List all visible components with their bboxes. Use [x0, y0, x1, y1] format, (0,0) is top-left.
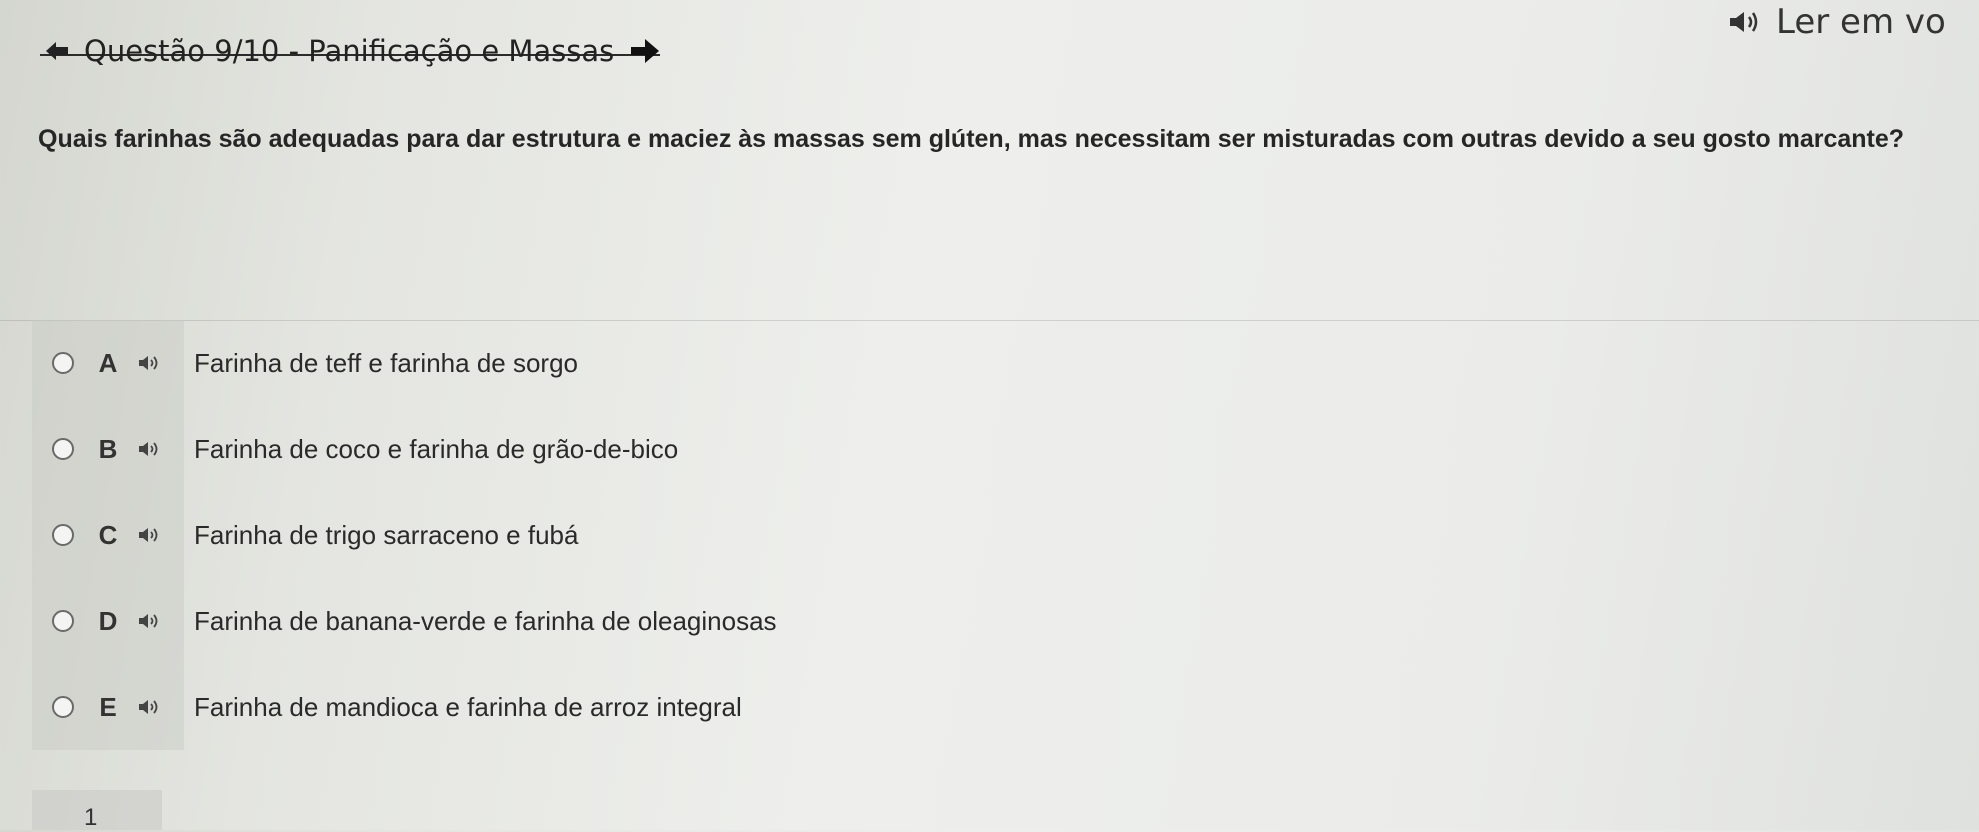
option-a[interactable]: A Farinha de teff e farinha de sorgo	[32, 320, 1979, 406]
option-d-radio[interactable]	[52, 610, 74, 632]
page-number-button[interactable]: 1	[32, 790, 162, 831]
option-c-text[interactable]: Farinha de trigo sarraceno e fubá	[194, 520, 578, 551]
option-a-controls: A	[32, 320, 184, 406]
speaker-icon[interactable]	[138, 699, 160, 715]
option-e[interactable]: E Farinha de mandioca e farinha de arroz…	[32, 664, 1979, 750]
option-d-text[interactable]: Farinha de banana-verde e farinha de ole…	[194, 606, 777, 637]
speaker-icon[interactable]	[138, 441, 160, 457]
option-a-text[interactable]: Farinha de teff e farinha de sorgo	[194, 348, 578, 379]
option-b-text[interactable]: Farinha de coco e farinha de grão-de-bic…	[194, 434, 678, 465]
option-e-text[interactable]: Farinha de mandioca e farinha de arroz i…	[194, 692, 742, 723]
read-aloud-label: Ler em vo	[1776, 2, 1946, 42]
previous-question-button[interactable]	[44, 40, 70, 62]
next-question-button[interactable]	[628, 36, 662, 66]
answer-options: A Farinha de teff e farinha de sorgo B F…	[32, 320, 1979, 750]
option-c[interactable]: C Farinha de trigo sarraceno e fubá	[32, 492, 1979, 578]
option-d-controls: D	[32, 578, 184, 664]
option-d-letter: D	[98, 605, 118, 636]
option-e-radio[interactable]	[52, 696, 74, 718]
option-d[interactable]: D Farinha de banana-verde e farinha de o…	[32, 578, 1979, 664]
speaker-icon	[1730, 12, 1758, 32]
speaker-icon[interactable]	[138, 613, 160, 629]
question-title: Questão 9/10 - Panificação e Massas	[84, 34, 615, 68]
option-c-letter: C	[98, 519, 118, 550]
question-header: Questão 9/10 - Panificação e Massas	[44, 34, 662, 68]
option-b-letter: B	[98, 433, 118, 464]
option-e-controls: E	[32, 664, 184, 750]
option-c-radio[interactable]	[52, 524, 74, 546]
option-b-controls: B	[32, 406, 184, 492]
speaker-icon[interactable]	[138, 527, 160, 543]
option-a-letter: A	[98, 347, 118, 378]
arrow-left-icon	[46, 42, 68, 60]
option-c-controls: C	[32, 492, 184, 578]
page-number: 1	[84, 804, 98, 831]
arrow-right-icon	[631, 39, 660, 63]
question-text: Quais farinhas são adequadas para dar es…	[38, 125, 1905, 153]
option-b[interactable]: B Farinha de coco e farinha de grão-de-b…	[32, 406, 1979, 492]
option-a-radio[interactable]	[52, 352, 74, 374]
option-e-letter: E	[99, 691, 117, 722]
option-b-radio[interactable]	[52, 438, 74, 460]
speaker-icon[interactable]	[138, 355, 160, 371]
read-aloud-button[interactable]: Ler em vo	[1728, 2, 1946, 42]
